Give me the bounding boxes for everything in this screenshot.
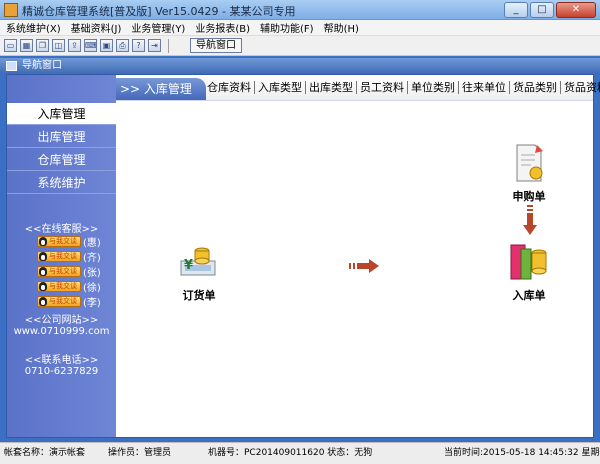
export-icon[interactable]: ⇪	[68, 39, 81, 52]
service-agent[interactable]: 与我交谈 (徐)	[37, 280, 101, 294]
link-goods-data[interactable]: 货品资料	[561, 81, 600, 94]
grid-icon[interactable]: ▦	[20, 39, 33, 52]
link-partner[interactable]: 往来单位	[459, 81, 510, 94]
sidebar-item-stock-in[interactable]: 入库管理	[7, 103, 116, 125]
menu-system[interactable]: 系统维护(X)	[6, 20, 61, 35]
menu-help[interactable]: 帮助(H)	[324, 20, 359, 35]
online-service-title: <<在线客服>>	[24, 224, 99, 235]
minimize-button[interactable]: _	[504, 2, 528, 18]
status-bar: 帐套名称：演示帐套 操作员：管理员 机器号：PC201409011620 状态：…	[0, 442, 600, 464]
service-agent[interactable]: 与我交谈 (齐)	[37, 250, 101, 264]
phone-title: <<联系电话>>	[24, 355, 99, 366]
menu-business[interactable]: 业务管理(Y)	[131, 20, 185, 35]
qq-penguin-icon	[39, 297, 47, 306]
agent-name: (李)	[83, 298, 101, 309]
arrow-right-icon	[349, 259, 379, 273]
sidebar: 入库管理 出库管理 仓库管理 系统维护 <<在线客服>> 与我交谈 (惠) 与我…	[7, 75, 116, 437]
window-title: 精诚仓库管理系统[普及版] Ver15.0429 - 某某公司专用	[22, 5, 296, 18]
toolbar: ▭ ▦ ❐ ◫ ⇪ ⌨ ▣ ⎙ ? ⇥ 导航窗口	[0, 36, 600, 56]
title-bar: 精诚仓库管理系统[普及版] Ver15.0429 - 某某公司专用 _ □ ✕	[0, 0, 600, 20]
link-employee-data[interactable]: 员工资料	[357, 81, 408, 94]
purchase-request-label[interactable]: 申购单	[501, 188, 557, 204]
maximize-button[interactable]: □	[530, 2, 554, 18]
qq-chat-button[interactable]: 与我交谈	[37, 281, 81, 292]
svg-text:¥: ¥	[184, 258, 193, 273]
qq-chat-button[interactable]: 与我交谈	[37, 266, 81, 277]
website-title: <<公司网站>>	[24, 315, 99, 326]
nav-window-title: 导航窗口	[22, 60, 62, 71]
toolbar-separator	[168, 38, 169, 53]
sidebar-item-warehouse[interactable]: 仓库管理	[7, 149, 116, 171]
window-controls: _ □ ✕	[504, 2, 596, 18]
qq-chat-button[interactable]: 与我交谈	[37, 236, 81, 247]
service-agent[interactable]: 与我交谈 (李)	[37, 295, 101, 309]
print-icon[interactable]: ⎙	[116, 39, 129, 52]
link-unit-category[interactable]: 单位类别	[408, 81, 459, 94]
print-preview-icon[interactable]: ◫	[52, 39, 65, 52]
status-machine: 机器号：PC201409011620 状态：无狗	[208, 448, 373, 458]
qq-penguin-icon	[39, 237, 47, 246]
window-icon[interactable]: ▭	[4, 39, 17, 52]
link-warehouse-data[interactable]: 仓库资料	[204, 81, 255, 94]
website-url[interactable]: www.0710999.com	[7, 326, 116, 337]
link-stock-in-type[interactable]: 入库类型	[255, 81, 306, 94]
purchase-request-icon[interactable]	[511, 143, 547, 183]
order-label[interactable]: 订货单	[171, 287, 227, 303]
qq-penguin-icon	[39, 267, 47, 276]
help-icon[interactable]: ?	[132, 39, 145, 52]
status-operator: 操作员：管理员	[108, 448, 172, 458]
tab-stock-in[interactable]: >> 入库管理	[116, 78, 206, 100]
save-icon[interactable]: ▣	[100, 39, 113, 52]
app-icon	[4, 3, 18, 17]
tab-bar: >> 入库管理 仓库资料 入库类型 出库类型 员工资料 单位类别 往来单位 货品…	[116, 75, 600, 101]
menu-tools[interactable]: 辅助功能(F)	[260, 20, 314, 35]
sidebar-item-stock-out[interactable]: 出库管理	[7, 126, 116, 148]
status-account: 帐套名称：演示帐套	[4, 448, 86, 458]
order-money-icon[interactable]: ¥	[177, 239, 221, 283]
stock-in-label[interactable]: 入库单	[501, 287, 557, 303]
keyboard-icon[interactable]: ⌨	[84, 39, 97, 52]
menu-reports[interactable]: 业务报表(B)	[195, 20, 250, 35]
stock-in-icon[interactable]	[507, 239, 551, 283]
agent-name: (惠)	[83, 238, 101, 249]
service-agent[interactable]: 与我交谈 (惠)	[37, 235, 101, 249]
agent-name: (徐)	[83, 283, 101, 294]
qq-chat-button[interactable]: 与我交谈	[37, 251, 81, 262]
qq-chat-button[interactable]: 与我交谈	[37, 296, 81, 307]
close-button[interactable]: ✕	[556, 2, 596, 18]
menu-bar: 系统维护(X) 基础资料(J) 业务管理(Y) 业务报表(B) 辅助功能(F) …	[0, 20, 600, 36]
agent-name: (齐)	[83, 253, 101, 264]
nav-window-button[interactable]: 导航窗口	[190, 38, 242, 53]
nav-window-content: 入库管理 出库管理 仓库管理 系统维护 <<在线客服>> 与我交谈 (惠) 与我…	[6, 74, 600, 438]
nav-window-header: 导航窗口	[0, 58, 600, 74]
arrow-down-icon	[523, 205, 537, 235]
menu-basic-data[interactable]: 基础资料(J)	[71, 20, 122, 35]
phone-number: 0710-6237829	[24, 366, 99, 377]
link-goods-category[interactable]: 货品类别	[510, 81, 561, 94]
quick-links: 仓库资料 入库类型 出库类型 员工资料 单位类别 往来单位 货品类别 货品资料	[204, 81, 600, 94]
qq-penguin-icon	[39, 252, 47, 261]
service-agent[interactable]: 与我交谈 (张)	[37, 265, 101, 279]
qq-penguin-icon	[39, 282, 47, 291]
copy-icon[interactable]: ❐	[36, 39, 49, 52]
sidebar-item-system[interactable]: 系统维护	[7, 172, 116, 194]
exit-icon[interactable]: ⇥	[148, 39, 161, 52]
link-stock-out-type[interactable]: 出库类型	[306, 81, 357, 94]
agent-name: (张)	[83, 268, 101, 279]
window-icon	[6, 61, 17, 71]
status-time: 当前时间:2015-05-18 14:45:32 星期一	[444, 448, 600, 458]
